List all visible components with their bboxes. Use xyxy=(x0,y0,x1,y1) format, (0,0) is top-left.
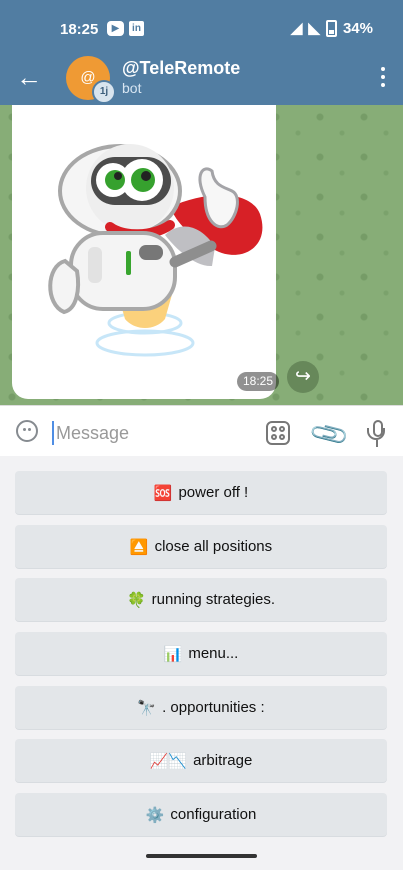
chat-header: 18:25 ▶ in ◢ ◣ 34% ← @ 1j @TeleRemote bo… xyxy=(0,0,403,105)
sos-icon: 🆘 xyxy=(153,484,173,502)
attachment-icon[interactable]: 📎 xyxy=(307,412,352,457)
gear-icon: ⚙️ xyxy=(145,806,165,824)
close-all-positions-button[interactable]: ⏏️ close all positions xyxy=(15,525,387,568)
status-time: 18:25 xyxy=(60,21,99,38)
message-time: 18:25 xyxy=(237,372,279,391)
menu-button[interactable]: 📊 menu... xyxy=(15,632,387,675)
button-label: menu... xyxy=(188,645,239,662)
eject-icon: ⏏️ xyxy=(129,538,149,556)
button-label: running strategies. xyxy=(151,591,276,608)
robot-sticker xyxy=(48,144,263,357)
button-label: arbitrage xyxy=(193,752,253,769)
bot-keyboard-icon[interactable] xyxy=(266,421,290,445)
chart-icon: 📊 xyxy=(163,645,183,663)
button-label: power off ! xyxy=(178,484,249,501)
status-right: ◢ ◣ 34% xyxy=(291,19,373,37)
battery-icon xyxy=(325,19,337,37)
signal-icon: ◣ xyxy=(308,20,320,37)
running-strategies-button[interactable]: 🍀 running strategies. xyxy=(15,578,387,621)
emoji-icon[interactable] xyxy=(16,420,38,442)
linkedin-icon: in xyxy=(129,21,144,36)
sticker-message[interactable]: 18:25 xyxy=(12,105,279,399)
battery-level: 34% xyxy=(342,19,373,37)
telescope-icon: 🔭 xyxy=(137,699,157,717)
more-options-icon[interactable] xyxy=(379,67,387,87)
button-label: close all positions xyxy=(154,538,273,555)
clover-icon: 🍀 xyxy=(126,591,146,609)
chat-title[interactable]: @TeleRemote xyxy=(122,58,240,79)
status-bar: 18:25 ▶ in ◢ ◣ 34% xyxy=(0,0,403,56)
microphone-icon[interactable] xyxy=(366,420,388,448)
bot-keyboard: 🆘 power off ! ⏏️ close all positions 🍀 runn… xyxy=(0,456,403,870)
forward-icon[interactable]: ↪ xyxy=(287,361,319,393)
configuration-button[interactable]: ⚙️ configuration xyxy=(15,793,387,836)
chat-area[interactable]: 18:25 ↪ xyxy=(0,105,403,405)
button-label: . opportunities : xyxy=(162,699,265,716)
opportunities-button[interactable]: 🔭 . opportunities : xyxy=(15,686,387,729)
avatar-badge: 1j xyxy=(92,80,116,104)
message-composer: 📎 xyxy=(0,405,403,457)
youtube-icon: ▶ xyxy=(107,21,124,36)
trend-chart-icon: 📈📉 xyxy=(149,752,188,770)
wifi-icon: ◢ xyxy=(290,20,303,37)
chat-subtitle: bot xyxy=(122,80,142,96)
power-off-button[interactable]: 🆘 power off ! xyxy=(15,471,387,514)
button-label: configuration xyxy=(170,806,257,823)
back-arrow-icon[interactable]: ← xyxy=(16,62,42,92)
arbitrage-button[interactable]: 📈📉 arbitrage xyxy=(15,739,387,782)
message-input[interactable] xyxy=(54,417,248,449)
home-indicator[interactable] xyxy=(146,854,257,858)
